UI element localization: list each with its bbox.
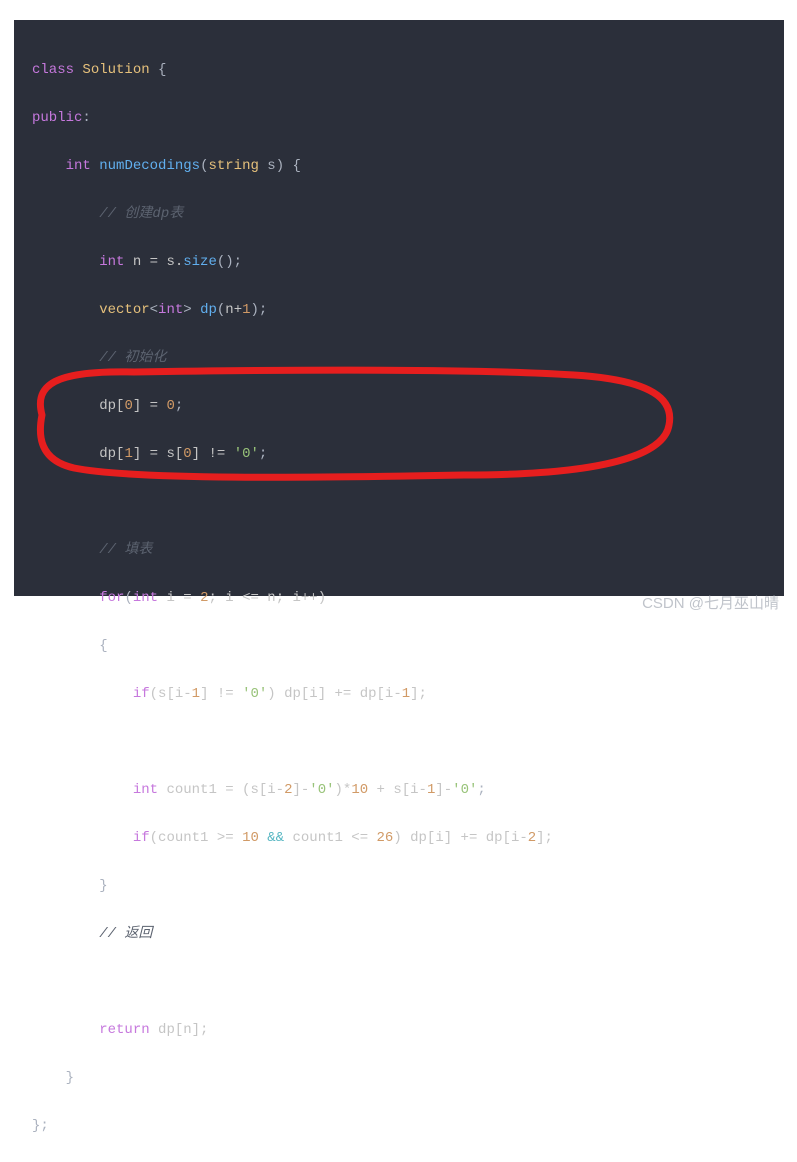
watermark: CSDN @七月巫山晴 (642, 592, 779, 613)
code-line: // 初始化 (32, 346, 766, 370)
code-line: } (32, 1066, 766, 1090)
code-line: vector<int> dp(n+1); (32, 298, 766, 322)
code-line: dp[1] = s[0] != '0'; (32, 442, 766, 466)
code-line (32, 490, 766, 514)
code-line: int numDecodings(string s) { (32, 154, 766, 178)
code-line: { (32, 634, 766, 658)
code-line: // 返回 (32, 922, 766, 946)
code-line: // 创建dp表 (32, 202, 766, 226)
code-line: if(s[i-1] != '0') dp[i] += dp[i-1]; (32, 682, 766, 706)
code-line (32, 970, 766, 994)
code-line: int n = s.size(); (32, 250, 766, 274)
code-line: int count1 = (s[i-2]-'0')*10 + s[i-1]-'0… (32, 778, 766, 802)
code-line: // 填表 (32, 538, 766, 562)
code-line: public: (32, 106, 766, 130)
code-line: class Solution { (32, 58, 766, 82)
code-line: dp[0] = 0; (32, 394, 766, 418)
code-line: }; (32, 1114, 766, 1138)
code-block: class Solution { public: int numDecoding… (14, 20, 784, 596)
code-line: } (32, 874, 766, 898)
code-line (32, 730, 766, 754)
code-line: if(count1 >= 10 && count1 <= 26) dp[i] +… (32, 826, 766, 850)
code-line: return dp[n]; (32, 1018, 766, 1042)
